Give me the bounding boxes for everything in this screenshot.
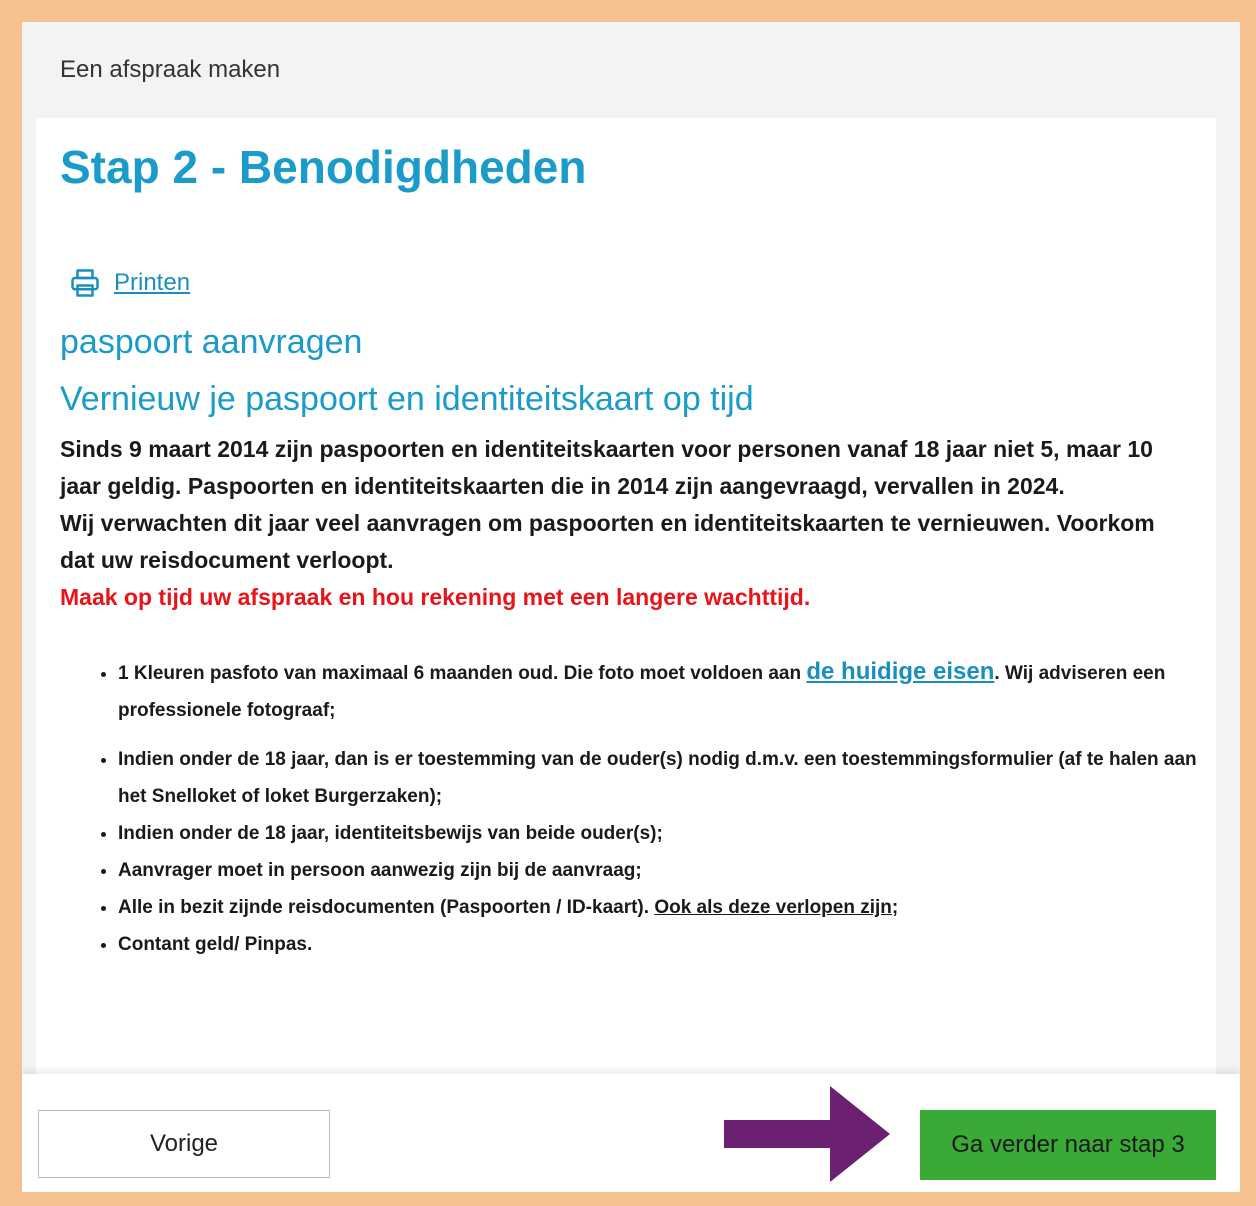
list-item: Indien onder de 18 jaar, dan is er toest… bbox=[118, 741, 1208, 815]
step-title: Stap 2 - Benodigdheden bbox=[60, 141, 587, 193]
arrow-right-icon bbox=[724, 1086, 890, 1182]
list-item: Aanvrager moet in persoon aanwezig zijn … bbox=[118, 852, 1208, 889]
list-item: 1 Kleuren pasfoto van maximaal 6 maanden… bbox=[118, 653, 1208, 729]
notice-warning: Maak op tijd uw afspraak en hou rekening… bbox=[60, 584, 811, 610]
list-item-text: ; bbox=[891, 897, 899, 918]
list-item: Contant geld/ Pinpas. bbox=[118, 926, 1208, 963]
footer-bar: Vorige Ga verder naar stap 3 bbox=[22, 1074, 1240, 1192]
requirements-list: 1 Kleuren pasfoto van maximaal 6 maanden… bbox=[94, 653, 1208, 963]
appointment-window: Een afspraak maken Stap 2 - Benodigdhede… bbox=[22, 22, 1240, 1192]
list-item: Indien onder de 18 jaar, identiteitsbewi… bbox=[118, 815, 1208, 852]
printer-icon bbox=[71, 269, 99, 297]
next-step-button[interactable]: Ga verder naar stap 3 bbox=[920, 1110, 1216, 1180]
print-link[interactable]: Printen bbox=[70, 268, 190, 298]
list-item-text: Alle in bezit zijnde reisdocumenten (Pas… bbox=[118, 897, 655, 918]
window-title: Een afspraak maken bbox=[60, 56, 281, 83]
previous-button[interactable]: Vorige bbox=[38, 1110, 330, 1178]
notice-heading: Vernieuw je paspoort en identiteitskaart… bbox=[60, 380, 754, 418]
content-panel: Stap 2 - Benodigdheden Printen paspoort … bbox=[36, 118, 1216, 1078]
print-link-label: Printen bbox=[114, 269, 191, 296]
notice-paragraph-1: Sinds 9 maart 2014 zijn paspoorten en id… bbox=[60, 436, 1153, 499]
list-item: Alle in bezit zijnde reisdocumenten (Pas… bbox=[118, 889, 1208, 926]
notice-text: Sinds 9 maart 2014 zijn paspoorten en id… bbox=[60, 431, 1190, 616]
notice-paragraph-2: Wij verwachten dit jaar veel aanvragen o… bbox=[60, 510, 1155, 573]
list-item-text: 1 Kleuren pasfoto van maximaal 6 maanden… bbox=[118, 663, 807, 684]
product-title: paspoort aanvragen bbox=[60, 323, 363, 361]
list-item-underlined: Ook als deze verlopen zijn bbox=[654, 897, 892, 918]
requirements-link[interactable]: de huidige eisen bbox=[806, 658, 994, 685]
